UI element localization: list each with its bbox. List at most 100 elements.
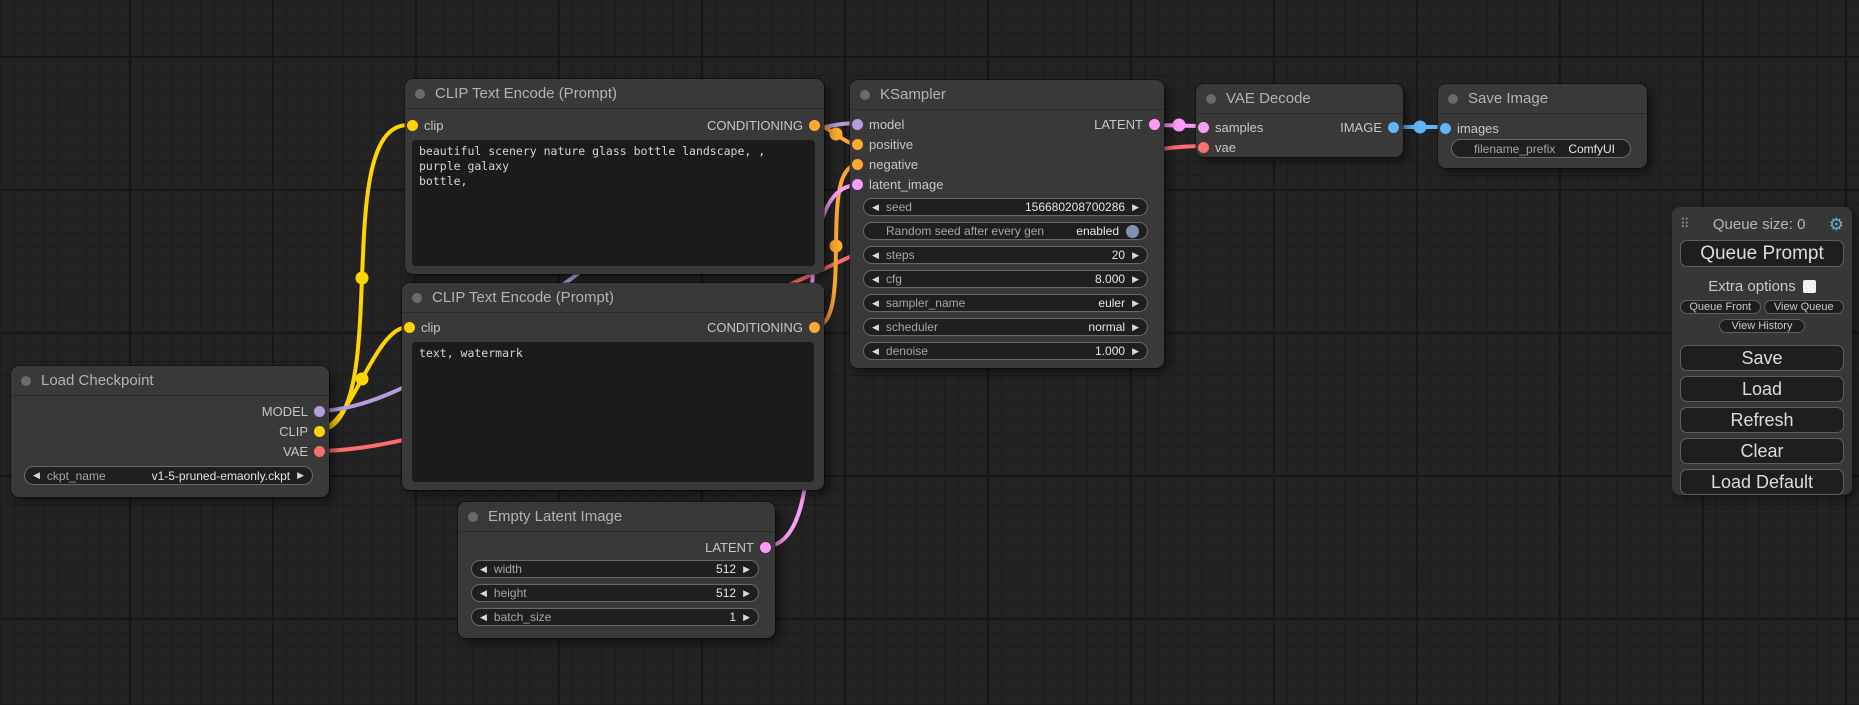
widget-value: 512 xyxy=(716,586,736,600)
input-port-negative[interactable] xyxy=(852,159,863,170)
decrement-arrow-icon[interactable]: ◀ xyxy=(872,299,879,308)
collapse-dot-icon[interactable] xyxy=(412,293,422,303)
input-port-clip[interactable] xyxy=(407,120,418,131)
input-port-images[interactable] xyxy=(1440,123,1451,134)
increment-arrow-icon[interactable]: ▶ xyxy=(1132,323,1139,332)
gear-icon[interactable]: ⚙ xyxy=(1829,216,1844,233)
extra-options-checkbox[interactable] xyxy=(1803,280,1816,293)
decrement-arrow-icon[interactable]: ◀ xyxy=(872,203,879,212)
node-load-checkpoint[interactable]: Load Checkpoint MODEL CLIP VAE ◀ ckpt_na… xyxy=(11,366,329,497)
collapse-dot-icon[interactable] xyxy=(1206,94,1216,104)
input-label: clip xyxy=(421,320,441,335)
drag-handle-icon[interactable]: ⠿ xyxy=(1680,216,1690,232)
decrement-arrow-icon[interactable]: ◀ xyxy=(480,565,487,574)
decrement-arrow-icon[interactable]: ◀ xyxy=(872,275,879,284)
positive-prompt-textarea[interactable]: beautiful scenery nature glass bottle la… xyxy=(412,140,815,266)
widget-label: denoise xyxy=(886,344,928,358)
widget-scheduler[interactable]: ◀ scheduler normal ▶ xyxy=(863,318,1148,336)
node-clip-text-encode-negative[interactable]: CLIP Text Encode (Prompt) clip CONDITION… xyxy=(402,283,824,490)
widget-batch-size[interactable]: ◀ batch_size 1 ▶ xyxy=(471,608,759,626)
toggle-knob-icon[interactable] xyxy=(1126,225,1139,238)
input-port-model[interactable] xyxy=(852,119,863,130)
node-ksampler[interactable]: KSampler model positive negative latent_… xyxy=(850,80,1164,368)
output-port-latent[interactable] xyxy=(1149,119,1160,130)
widget-cfg[interactable]: ◀ cfg 8.000 ▶ xyxy=(863,270,1148,288)
widget-sampler-name[interactable]: ◀ sampler_name euler ▶ xyxy=(863,294,1148,312)
node-clip-text-encode-positive[interactable]: CLIP Text Encode (Prompt) clip CONDITION… xyxy=(405,79,824,274)
output-label: VAE xyxy=(283,444,308,459)
increment-arrow-icon[interactable]: ▶ xyxy=(1132,203,1139,212)
refresh-button[interactable]: Refresh xyxy=(1680,407,1844,433)
node-title: CLIP Text Encode (Prompt) xyxy=(435,85,617,102)
link-midpoint-dot xyxy=(1414,121,1427,134)
load-button[interactable]: Load xyxy=(1680,376,1844,402)
input-port-vae[interactable] xyxy=(1198,142,1209,153)
increment-arrow-icon[interactable]: ▶ xyxy=(1132,275,1139,284)
decrement-arrow-icon[interactable]: ◀ xyxy=(480,589,487,598)
widget-value: enabled xyxy=(1076,224,1119,238)
output-port-latent[interactable] xyxy=(760,542,771,553)
save-button[interactable]: Save xyxy=(1680,345,1844,371)
output-label: LATENT xyxy=(1094,117,1143,132)
collapse-dot-icon[interactable] xyxy=(860,90,870,100)
view-queue-button[interactable]: View Queue xyxy=(1764,300,1845,314)
decrement-arrow-icon[interactable]: ◀ xyxy=(872,323,879,332)
node-empty-latent-image[interactable]: Empty Latent Image LATENT ◀ width 512 ▶ … xyxy=(458,502,775,638)
increment-arrow-icon[interactable]: ▶ xyxy=(743,589,750,598)
output-port-conditioning[interactable] xyxy=(809,322,820,333)
input-port-positive[interactable] xyxy=(852,139,863,150)
widget-value: 1.000 xyxy=(1095,344,1125,358)
node-vae-decode[interactable]: VAE Decode samples vae IMAGE xyxy=(1196,84,1403,157)
output-port-conditioning[interactable] xyxy=(809,120,820,131)
widget-width[interactable]: ◀ width 512 ▶ xyxy=(471,560,759,578)
clear-button[interactable]: Clear xyxy=(1680,438,1844,464)
output-port-clip[interactable] xyxy=(314,426,325,437)
queue-front-button[interactable]: Queue Front xyxy=(1680,300,1761,314)
widget-label: height xyxy=(494,586,527,600)
widget-label: cfg xyxy=(886,272,902,286)
widget-ckpt-name[interactable]: ◀ ckpt_name v1-5-pruned-emaonly.ckpt ▶ xyxy=(24,466,313,485)
widget-random-seed-toggle[interactable]: Random seed after every gen enabled xyxy=(863,222,1148,240)
decrement-arrow-icon[interactable]: ◀ xyxy=(872,251,879,260)
decrement-arrow-icon[interactable]: ◀ xyxy=(33,471,40,480)
input-port-clip[interactable] xyxy=(404,322,415,333)
increment-arrow-icon[interactable]: ▶ xyxy=(743,565,750,574)
input-port-latent-image[interactable] xyxy=(852,179,863,190)
collapse-dot-icon[interactable] xyxy=(468,512,478,522)
widget-height[interactable]: ◀ height 512 ▶ xyxy=(471,584,759,602)
input-label: images xyxy=(1457,121,1499,136)
output-port-image[interactable] xyxy=(1388,122,1399,133)
collapse-dot-icon[interactable] xyxy=(415,89,425,99)
increment-arrow-icon[interactable]: ▶ xyxy=(743,613,750,622)
view-history-button[interactable]: View History xyxy=(1719,319,1805,333)
input-label: positive xyxy=(869,137,913,152)
output-label: LATENT xyxy=(705,540,754,555)
input-label: samples xyxy=(1215,120,1263,135)
input-label: model xyxy=(869,117,904,132)
node-save-image[interactable]: Save Image images filename_prefix ComfyU… xyxy=(1438,84,1647,168)
collapse-dot-icon[interactable] xyxy=(1448,94,1458,104)
decrement-arrow-icon[interactable]: ◀ xyxy=(872,347,879,356)
increment-arrow-icon[interactable]: ▶ xyxy=(297,471,304,480)
increment-arrow-icon[interactable]: ▶ xyxy=(1132,347,1139,356)
widget-filename-prefix[interactable]: filename_prefix ComfyUI xyxy=(1451,139,1631,158)
increment-arrow-icon[interactable]: ▶ xyxy=(1132,299,1139,308)
widget-steps[interactable]: ◀ steps 20 ▶ xyxy=(863,246,1148,264)
output-port-vae[interactable] xyxy=(314,446,325,457)
widget-seed[interactable]: ◀ seed 156680208700286 ▶ xyxy=(863,198,1148,216)
negative-prompt-textarea[interactable]: text, watermark xyxy=(412,342,814,482)
widget-label: scheduler xyxy=(886,320,938,334)
output-port-model[interactable] xyxy=(314,406,325,417)
collapse-dot-icon[interactable] xyxy=(21,376,31,386)
link-midpoint-dot xyxy=(830,240,843,253)
input-port-samples[interactable] xyxy=(1198,122,1209,133)
increment-arrow-icon[interactable]: ▶ xyxy=(1132,251,1139,260)
widget-denoise[interactable]: ◀ denoise 1.000 ▶ xyxy=(863,342,1148,360)
widget-value: normal xyxy=(1088,320,1125,334)
output-label: CONDITIONING xyxy=(707,320,803,335)
node-title: Save Image xyxy=(1468,90,1548,107)
graph-canvas[interactable]: Load Checkpoint MODEL CLIP VAE ◀ ckpt_na… xyxy=(0,0,1859,705)
queue-prompt-button[interactable]: Queue Prompt xyxy=(1680,240,1844,267)
decrement-arrow-icon[interactable]: ◀ xyxy=(480,613,487,622)
load-default-button[interactable]: Load Default xyxy=(1680,469,1844,495)
